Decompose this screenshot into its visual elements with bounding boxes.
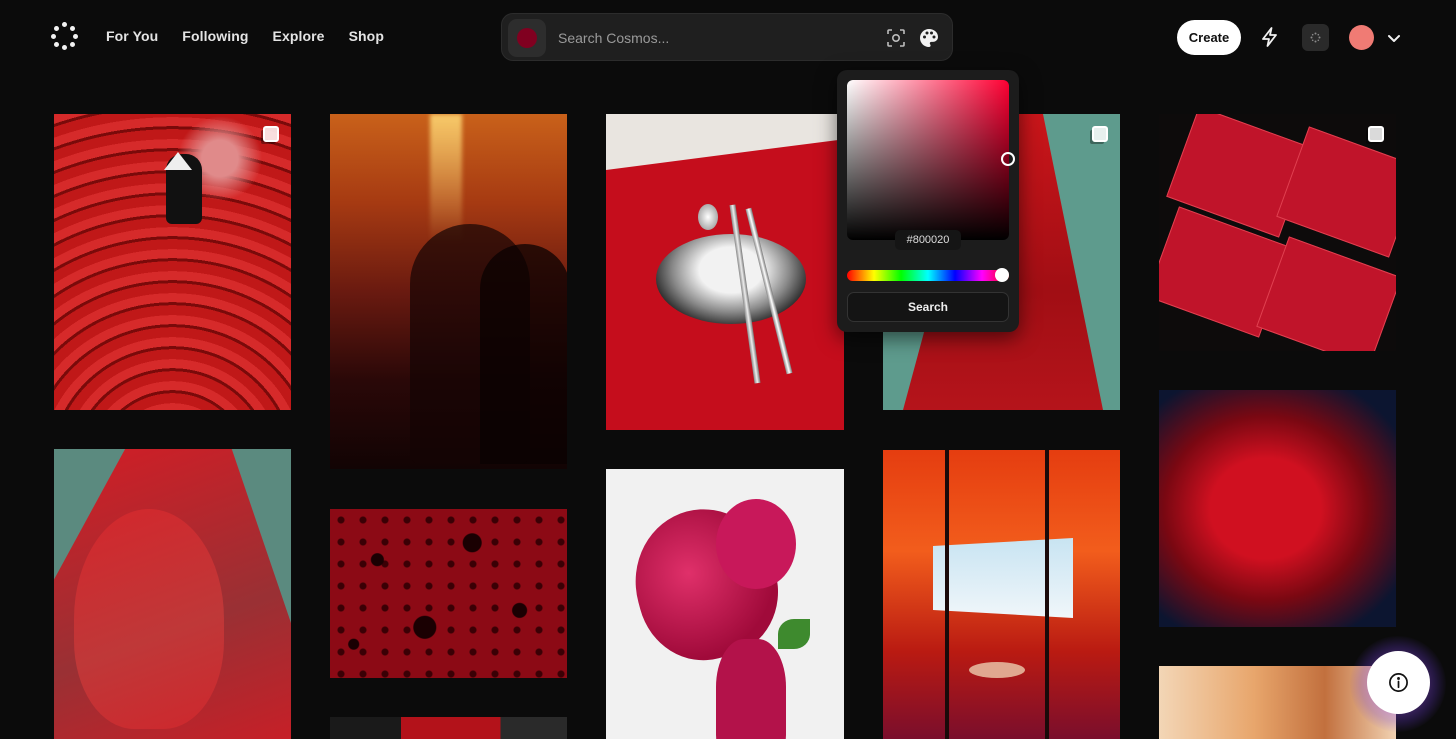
grid-image-cutlery-platter[interactable] — [606, 114, 844, 430]
selected-color-dot — [517, 28, 537, 48]
workspace-button[interactable] — [1302, 24, 1329, 51]
grid-image-red-bubbles[interactable] — [330, 509, 567, 678]
hue-slider[interactable] — [847, 270, 1009, 281]
grid-image-orange-pavilion[interactable] — [883, 450, 1120, 739]
multi-image-icon — [1368, 126, 1384, 142]
grid-image-red-books[interactable] — [1159, 114, 1396, 351]
main-nav: For You Following Explore Shop — [106, 28, 408, 44]
sky-shape — [933, 538, 1073, 618]
nav-shop[interactable]: Shop — [349, 28, 384, 44]
plate-shape — [656, 234, 806, 324]
top-bar: For You Following Explore Shop Create — [0, 0, 1456, 74]
grid-image-peony[interactable] — [606, 469, 844, 739]
grid-image-club-silhouettes[interactable] — [330, 114, 567, 469]
color-picker-popover: #800020 Search — [837, 70, 1019, 332]
nav-following[interactable]: Following — [182, 28, 248, 44]
info-icon — [1389, 673, 1408, 692]
grid-image-veiled-portrait[interactable] — [54, 449, 291, 739]
search-input[interactable] — [558, 26, 858, 50]
dots-icon — [1310, 32, 1321, 43]
hex-value-label: #800020 — [895, 230, 961, 250]
nav-explore[interactable]: Explore — [273, 28, 325, 44]
multi-image-icon — [263, 126, 279, 142]
chevron-down-icon[interactable] — [1386, 31, 1402, 45]
user-avatar[interactable] — [1349, 25, 1374, 50]
leaf-shape — [778, 619, 810, 649]
stem-shape — [716, 639, 786, 739]
palette-icon[interactable] — [918, 27, 940, 49]
bolt-icon[interactable] — [1259, 26, 1281, 48]
petal-shape — [716, 499, 796, 589]
info-button[interactable] — [1367, 651, 1430, 714]
saturation-value-area[interactable] — [847, 80, 1009, 240]
nav-for-you[interactable]: For You — [106, 28, 158, 44]
multi-image-icon — [1092, 126, 1108, 142]
hue-slider-handle[interactable] — [995, 268, 1009, 282]
grid-image-incense-field[interactable] — [54, 114, 291, 410]
color-swatch-button[interactable] — [508, 19, 546, 57]
cosmos-logo-icon[interactable] — [50, 22, 78, 50]
grid-image-red-partial[interactable] — [330, 717, 567, 739]
pillar-shape — [1045, 450, 1049, 739]
search-bar — [501, 13, 953, 61]
wall-shape — [606, 114, 844, 170]
image-scan-icon[interactable] — [886, 28, 906, 48]
veil-shape — [54, 449, 291, 739]
saturation-handle[interactable] — [1001, 152, 1015, 166]
silhouette-shape — [480, 244, 567, 464]
spoon-shape — [698, 204, 718, 230]
create-button[interactable]: Create — [1177, 20, 1241, 55]
color-search-button[interactable]: Search — [847, 292, 1009, 322]
table-shape — [969, 662, 1025, 678]
grid-image-red-blur-figure[interactable] — [1159, 390, 1396, 627]
pillar-shape — [945, 450, 949, 739]
